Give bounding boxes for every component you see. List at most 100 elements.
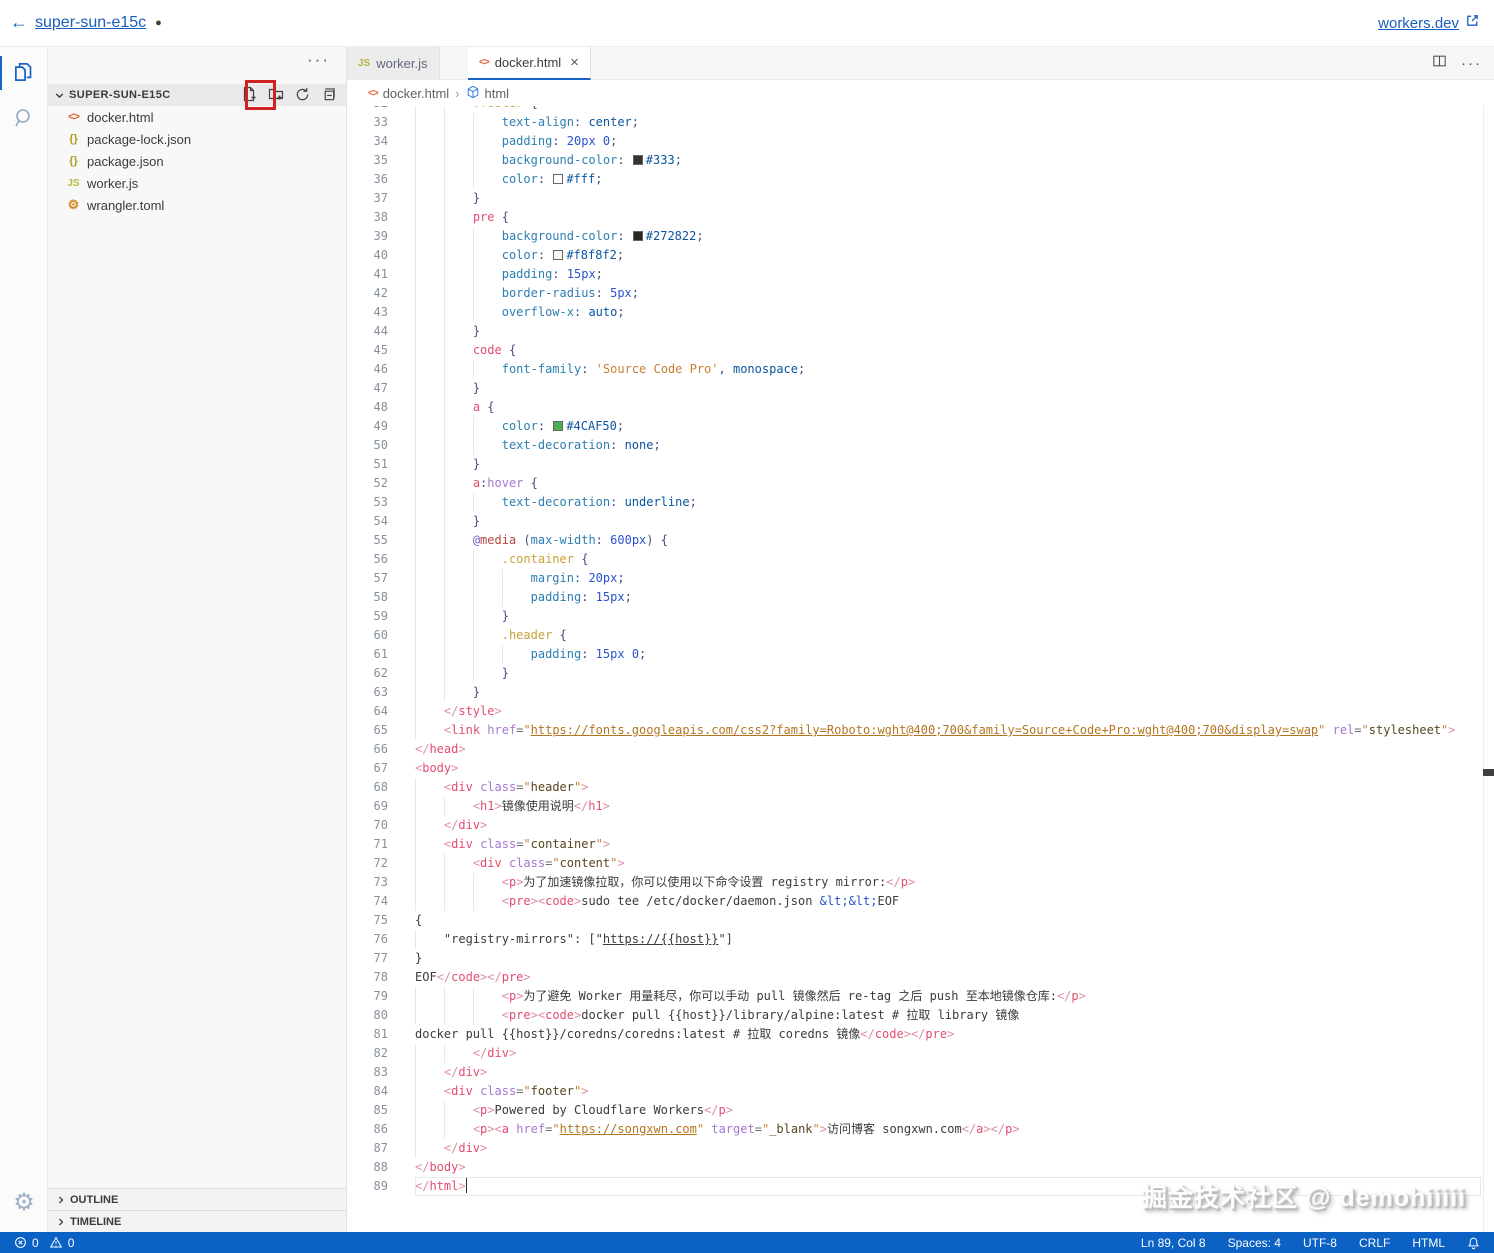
code-line[interactable]: 84 <div class="footer"> bbox=[347, 1082, 1483, 1101]
new-folder-button[interactable] bbox=[268, 86, 284, 102]
breadcrumb-file[interactable]: <> docker.html bbox=[368, 86, 449, 101]
code-line[interactable]: 63 } bbox=[347, 683, 1483, 702]
timeline-section[interactable]: TIMELINE bbox=[48, 1210, 346, 1232]
code-line[interactable]: 33 text-align: center; bbox=[347, 113, 1483, 132]
code-line[interactable]: 53 text-decoration: underline; bbox=[347, 493, 1483, 512]
code-line[interactable]: 83 </div> bbox=[347, 1063, 1483, 1082]
code-line[interactable]: 68 <div class="header"> bbox=[347, 778, 1483, 797]
code-line[interactable]: 82 </div> bbox=[347, 1044, 1483, 1063]
explorer-view-button[interactable] bbox=[0, 54, 48, 94]
code-line[interactable]: 71 <div class="container"> bbox=[347, 835, 1483, 854]
code-line[interactable]: 74 <pre><code>sudo tee /etc/docker/daemo… bbox=[347, 892, 1483, 911]
close-icon[interactable]: × bbox=[570, 54, 579, 71]
warning-count: 0 bbox=[67, 1235, 75, 1250]
breadcrumb-symbol[interactable]: html bbox=[466, 85, 509, 102]
code-line[interactable]: 67 <body> bbox=[347, 759, 1483, 778]
scrollbar-thumb[interactable] bbox=[1483, 769, 1494, 776]
problems-indicator[interactable]: 0 0 bbox=[14, 1236, 74, 1250]
explorer-section-header[interactable]: SUPER-SUN-E15C bbox=[48, 80, 346, 110]
code-line[interactable]: 88 </body> bbox=[347, 1158, 1483, 1177]
back-arrow-icon[interactable]: ← bbox=[10, 12, 28, 33]
code-line[interactable]: 45 code { bbox=[347, 341, 1483, 360]
file-item-docker.html[interactable]: <> docker.html bbox=[48, 106, 346, 128]
status-html[interactable]: HTML bbox=[1412, 1236, 1445, 1250]
code-line[interactable]: 76 "registry-mirrors": ["https://{{host}… bbox=[347, 930, 1483, 949]
code-line[interactable]: 66 </head> bbox=[347, 740, 1483, 759]
code-line[interactable]: 54 } bbox=[347, 512, 1483, 531]
code-line[interactable]: 77} bbox=[347, 949, 1483, 968]
code-line[interactable]: 37 } bbox=[347, 189, 1483, 208]
outline-section[interactable]: OUTLINE bbox=[48, 1188, 346, 1210]
code-line[interactable]: 47 } bbox=[347, 379, 1483, 398]
code-line[interactable]: 61 padding: 15px 0; bbox=[347, 645, 1483, 664]
new-file-button[interactable] bbox=[241, 86, 257, 102]
code-line[interactable]: 58 padding: 15px; bbox=[347, 588, 1483, 607]
code-line[interactable]: 51 } bbox=[347, 455, 1483, 474]
code-line[interactable]: 35 background-color: #333; bbox=[347, 151, 1483, 170]
file-item-package-lock.json[interactable]: {} package-lock.json bbox=[48, 128, 346, 150]
status-ln-89-col-8[interactable]: Ln 89, Col 8 bbox=[1141, 1236, 1206, 1250]
code-line[interactable]: 69 <h1>镜像使用说明</h1> bbox=[347, 797, 1483, 816]
settings-gear-button[interactable]: ⚙ bbox=[0, 1182, 48, 1222]
code-line[interactable]: 46 font-family: 'Source Code Pro', monos… bbox=[347, 360, 1483, 379]
code-line[interactable]: 62 } bbox=[347, 664, 1483, 683]
code-line[interactable]: 49 color: #4CAF50; bbox=[347, 417, 1483, 436]
code-line[interactable]: 59 } bbox=[347, 607, 1483, 626]
code-line[interactable]: 85 <p>Powered by Cloudflare Workers</p> bbox=[347, 1101, 1483, 1120]
code-line[interactable]: 39 background-color: #272822; bbox=[347, 227, 1483, 246]
code-line[interactable]: 80 <pre><code>docker pull {{host}}/libra… bbox=[347, 1006, 1483, 1025]
color-swatch bbox=[553, 421, 564, 431]
code-line[interactable]: 70 </div> bbox=[347, 816, 1483, 835]
code-line[interactable]: 40 color: #f8f8f2; bbox=[347, 246, 1483, 265]
code-line[interactable]: 42 border-radius: 5px; bbox=[347, 284, 1483, 303]
code-line[interactable]: 41 padding: 15px; bbox=[347, 265, 1483, 284]
search-view-button[interactable] bbox=[0, 100, 48, 140]
code-line[interactable]: 50 text-decoration: none; bbox=[347, 436, 1483, 455]
code-line[interactable]: 75{ bbox=[347, 911, 1483, 930]
code-line[interactable]: 32 .footer { bbox=[347, 106, 1483, 113]
code-line[interactable]: 36 color: #fff; bbox=[347, 170, 1483, 189]
collapse-all-icon[interactable] bbox=[321, 87, 336, 102]
code-line[interactable]: 56 .container { bbox=[347, 550, 1483, 569]
code-line[interactable]: 44 } bbox=[347, 322, 1483, 341]
code-line[interactable]: 87 </div> bbox=[347, 1139, 1483, 1158]
workers-dev-link[interactable]: workers.dev bbox=[1378, 15, 1459, 32]
code-line[interactable]: 64 </style> bbox=[347, 702, 1483, 721]
code-line[interactable]: 48 a { bbox=[347, 398, 1483, 417]
editor-more-actions[interactable]: ··· bbox=[1461, 55, 1482, 72]
code-line[interactable]: 65 <link href="https://fonts.googleapis.… bbox=[347, 721, 1483, 740]
status-spaces-4[interactable]: Spaces: 4 bbox=[1228, 1236, 1281, 1250]
js-file-icon: JS bbox=[358, 58, 371, 69]
status-crlf[interactable]: CRLF bbox=[1359, 1236, 1390, 1250]
line-number: 64 bbox=[373, 704, 388, 718]
tab-docker.html[interactable]: <> docker.html × bbox=[468, 47, 591, 80]
views-more-button[interactable]: ··· bbox=[307, 50, 330, 70]
code-line[interactable]: 55 @media (max-width: 600px) { bbox=[347, 531, 1483, 550]
code-line[interactable]: 86 <p><a href="https://songxwn.com" targ… bbox=[347, 1120, 1483, 1139]
line-number: 43 bbox=[373, 305, 388, 319]
code-line[interactable]: 52 a:hover { bbox=[347, 474, 1483, 493]
file-item-wrangler.toml[interactable]: ⚙ wrangler.toml bbox=[48, 194, 346, 216]
file-item-package.json[interactable]: {} package.json bbox=[48, 150, 346, 172]
line-number: 61 bbox=[373, 647, 388, 661]
project-title-link[interactable]: super-sun-e15c bbox=[35, 14, 146, 32]
code-line[interactable]: 81 docker pull {{host}}/coredns/coredns:l… bbox=[347, 1025, 1483, 1044]
vertical-scrollbar[interactable] bbox=[1483, 106, 1494, 1232]
status-utf-8[interactable]: UTF-8 bbox=[1303, 1236, 1337, 1250]
code-line[interactable]: 38 pre { bbox=[347, 208, 1483, 227]
code-line[interactable]: 72 <div class="content"> bbox=[347, 854, 1483, 873]
split-editor-icon[interactable] bbox=[1432, 54, 1447, 73]
code-line[interactable]: 43 overflow-x: auto; bbox=[347, 303, 1483, 322]
code-line[interactable]: 73 <p>为了加速镜像拉取，你可以使用以下命令设置 registry mirr… bbox=[347, 873, 1483, 892]
code-editor[interactable]: 32 .footer {33 text-align: center;34 pad… bbox=[347, 106, 1483, 1232]
code-line[interactable]: 78 EOF</code></pre> bbox=[347, 968, 1483, 987]
bell-icon[interactable] bbox=[1467, 1236, 1480, 1250]
external-link-icon[interactable] bbox=[1465, 13, 1480, 33]
code-line[interactable]: 60 .header { bbox=[347, 626, 1483, 645]
refresh-icon[interactable] bbox=[295, 87, 310, 102]
file-item-worker.js[interactable]: JS worker.js bbox=[48, 172, 346, 194]
code-line[interactable]: 79 <p>为了避免 Worker 用量耗尽，你可以手动 pull 镜像然后 r… bbox=[347, 987, 1483, 1006]
code-line[interactable]: 57 margin: 20px; bbox=[347, 569, 1483, 588]
tab-worker.js[interactable]: JS worker.js bbox=[347, 47, 440, 80]
code-line[interactable]: 34 padding: 20px 0; bbox=[347, 132, 1483, 151]
